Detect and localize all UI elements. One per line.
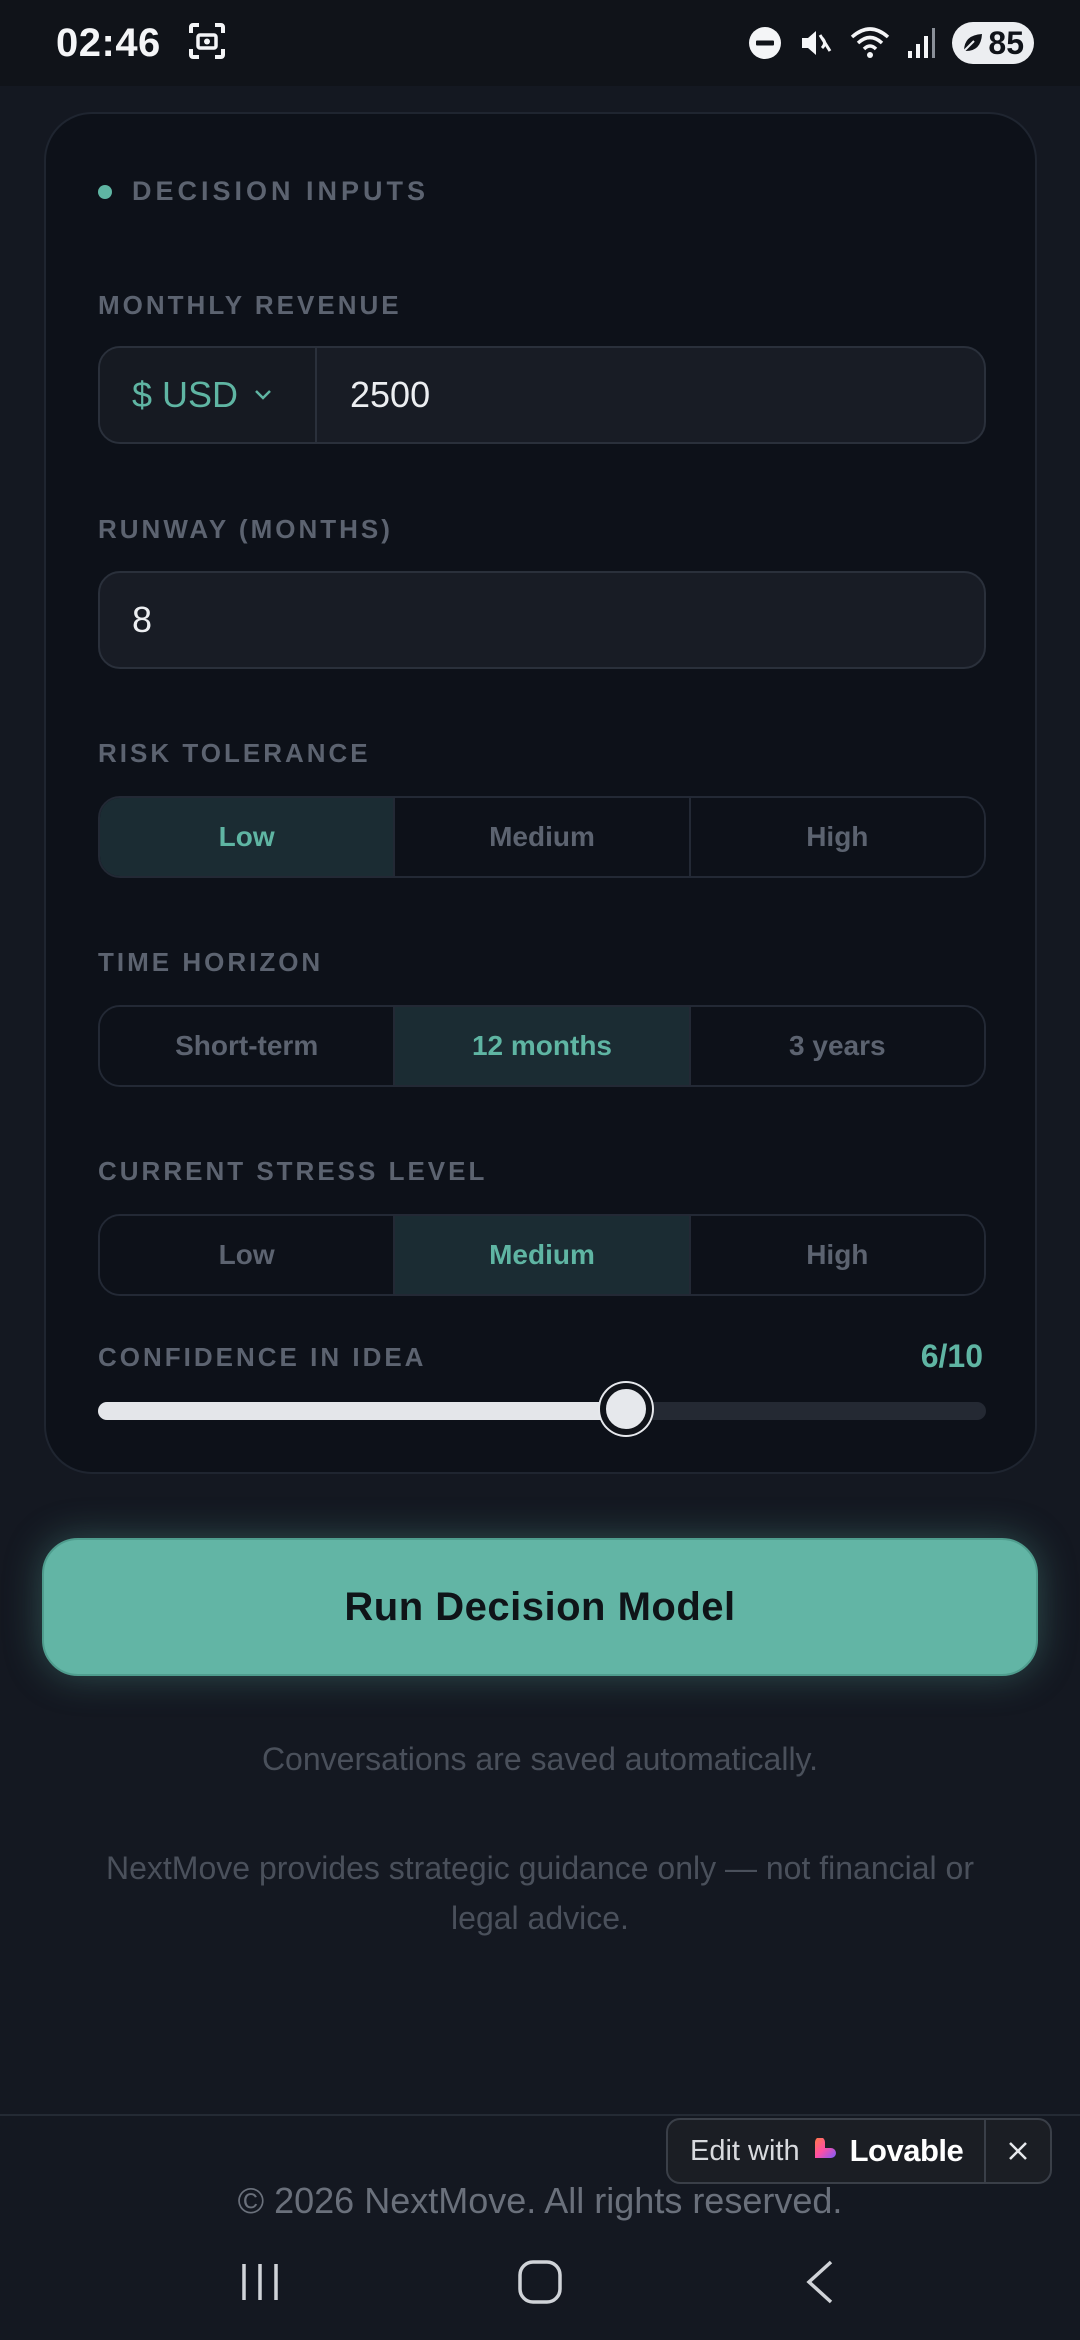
stress-level-label: CURRENT STRESS LEVEL: [98, 1156, 488, 1186]
confidence-slider[interactable]: [98, 1383, 986, 1435]
section-title: DECISION INPUTS: [132, 176, 430, 206]
status-dot: [98, 184, 112, 199]
currency-select[interactable]: $ USD: [100, 348, 317, 442]
status-bar: 02:46 85: [0, 0, 1080, 86]
slider-thumb[interactable]: [599, 1383, 652, 1435]
leaf-icon: [963, 34, 983, 52]
disclaimer-line-1: NextMove provides strategic guidance onl…: [106, 1850, 974, 1886]
dnd-icon: [748, 26, 782, 60]
time-horizon-selector: Short-term 12 months 3 years: [98, 1005, 986, 1087]
edit-with-lovable-link[interactable]: Edit with Lovable: [668, 2120, 986, 2182]
currency-value: $ USD: [132, 374, 239, 415]
time-horizon-label: TIME HORIZON: [98, 947, 324, 977]
monthly-revenue-field: $ USD 2500: [98, 346, 986, 444]
footer-divider: [0, 2114, 1080, 2116]
recents-icon: [242, 2264, 278, 2300]
footer-copyright: © 2026 NextMove. All rights reserved.: [237, 2180, 843, 2221]
risk-tolerance-selector: Low Medium High: [98, 796, 986, 878]
close-badge-button[interactable]: [986, 2140, 1050, 2162]
home-icon: [518, 2260, 562, 2304]
disclaimer-line-2: legal advice.: [451, 1900, 629, 1936]
mute-icon: [798, 25, 834, 61]
back-icon: [806, 2260, 833, 2304]
system-nav-bar: [0, 2224, 1080, 2340]
runway-label: RUNWAY (MONTHS): [98, 514, 393, 544]
revenue-input[interactable]: 2500: [317, 348, 984, 442]
signal-icon: [906, 27, 936, 59]
stress-option-medium[interactable]: Medium: [395, 1216, 691, 1294]
confidence-value: 6/10: [920, 1338, 983, 1374]
risk-tolerance-label: RISK TOLERANCE: [98, 738, 371, 768]
wifi-icon: [850, 25, 890, 61]
battery-indicator: 85: [952, 22, 1034, 64]
horizon-option-3-years[interactable]: 3 years: [690, 1007, 984, 1085]
section-header: DECISION INPUTS: [98, 176, 429, 207]
stress-level-selector: Low Medium High: [98, 1214, 986, 1296]
back-button[interactable]: [760, 2242, 880, 2322]
lovable-badge: Edit with Lovable: [666, 2118, 1052, 2184]
lovable-brand: Lovable: [849, 2133, 964, 2168]
slider-fill: [98, 1402, 626, 1420]
stress-option-high[interactable]: High: [690, 1216, 984, 1294]
runway-input[interactable]: 8: [98, 571, 986, 669]
chevron-down-icon: [255, 390, 271, 400]
monthly-revenue-label: MONTHLY REVENUE: [98, 290, 402, 320]
confidence-label: CONFIDENCE IN IDEA: [98, 1342, 427, 1372]
battery-level: 85: [988, 24, 1024, 61]
risk-option-medium[interactable]: Medium: [395, 798, 691, 876]
recents-button[interactable]: [200, 2242, 320, 2322]
close-icon: [1009, 2142, 1027, 2160]
horizon-option-short-term[interactable]: Short-term: [100, 1007, 396, 1085]
status-clock: 02:46: [56, 20, 161, 65]
run-decision-model-button[interactable]: Run Decision Model: [42, 1538, 1038, 1676]
risk-option-high[interactable]: High: [690, 798, 984, 876]
risk-option-low[interactable]: Low: [100, 798, 396, 876]
autosave-note: Conversations are saved automatically.: [261, 1741, 819, 1777]
home-button[interactable]: [480, 2242, 600, 2322]
screenshot-icon: [187, 21, 227, 66]
lovable-logo-icon: [814, 2138, 836, 2158]
stress-option-low[interactable]: Low: [100, 1216, 396, 1294]
horizon-option-12-months[interactable]: 12 months: [395, 1007, 691, 1085]
edit-with-label: Edit with: [690, 2134, 800, 2167]
decision-inputs-card: DECISION INPUTS MONTHLY REVENUE $ USD 25…: [44, 112, 1037, 1474]
